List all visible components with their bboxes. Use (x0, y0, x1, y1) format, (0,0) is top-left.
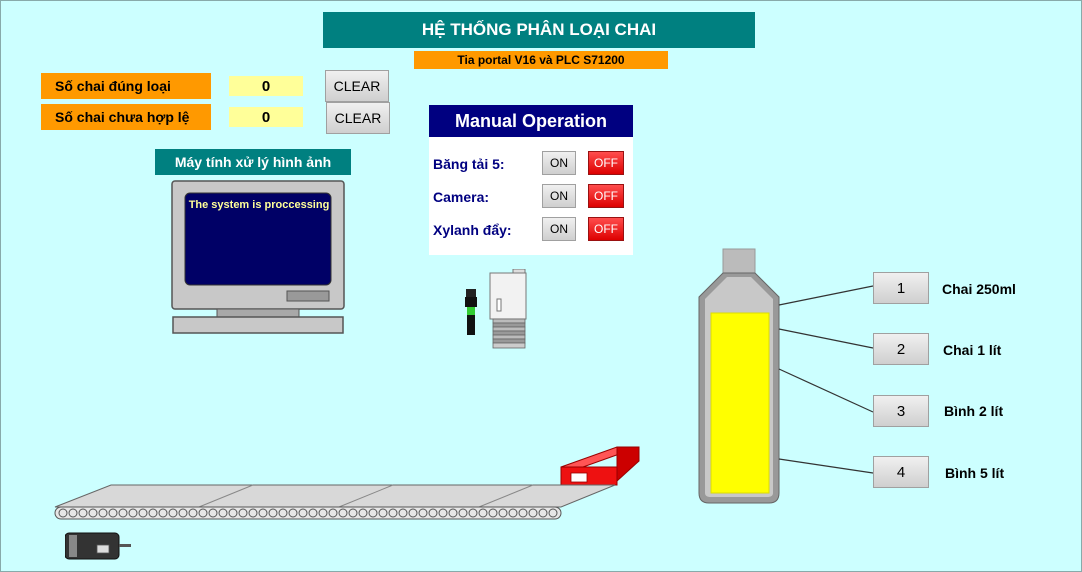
camera-icon (489, 269, 527, 349)
camera-label: Camera: (433, 189, 490, 205)
category-2-label: Chai 1 lít (943, 342, 1002, 358)
cylinder-off-button[interactable]: OFF (588, 217, 624, 241)
motor-icon (65, 532, 131, 560)
category-1-label: Chai 250ml (942, 281, 1016, 297)
category-4-button[interactable]: 4 (873, 456, 929, 488)
correct-count-value: 0 (229, 76, 303, 96)
invalid-count-value: 0 (229, 107, 303, 127)
camera-on-button[interactable]: ON (542, 184, 576, 208)
category-2-button[interactable]: 2 (873, 333, 929, 365)
invalid-count-label: Số chai chưa hợp lệ (41, 104, 211, 130)
clear-correct-button[interactable]: CLEAR (325, 70, 389, 102)
correct-count-label: Số chai đúng loại (41, 73, 211, 99)
camera-off-button[interactable]: OFF (588, 184, 624, 208)
category-3-button[interactable]: 3 (873, 395, 929, 427)
sensor-icon (465, 289, 477, 335)
conveyor-off-button[interactable]: OFF (588, 151, 624, 175)
page-subtitle: Tia portal V16 và PLC S71200 (414, 51, 668, 69)
bottle-icon (698, 248, 874, 504)
conveyor-icon (54, 484, 616, 520)
clear-invalid-button[interactable]: CLEAR (326, 102, 390, 134)
conveyor-label: Băng tải 5: (433, 156, 505, 172)
category-4-label: Bình 5 lít (945, 465, 1005, 481)
conveyor-on-button[interactable]: ON (542, 151, 576, 175)
manual-title: Manual Operation (429, 105, 633, 137)
hmi-screen: HỆ THỐNG PHÂN LOẠI CHAI Tia portal V16 v… (0, 0, 1082, 572)
category-3-label: Bình 2 lít (944, 403, 1004, 419)
processing-status: The system is proccessing (188, 199, 330, 211)
page-title: HỆ THỐNG PHÂN LOẠI CHAI (323, 12, 755, 48)
cylinder-label: Xylanh đẩy: (433, 222, 512, 238)
cylinder-on-button[interactable]: ON (542, 217, 576, 241)
category-1-button[interactable]: 1 (873, 272, 929, 304)
pc-label: Máy tính xử lý hình ảnh (155, 149, 351, 175)
